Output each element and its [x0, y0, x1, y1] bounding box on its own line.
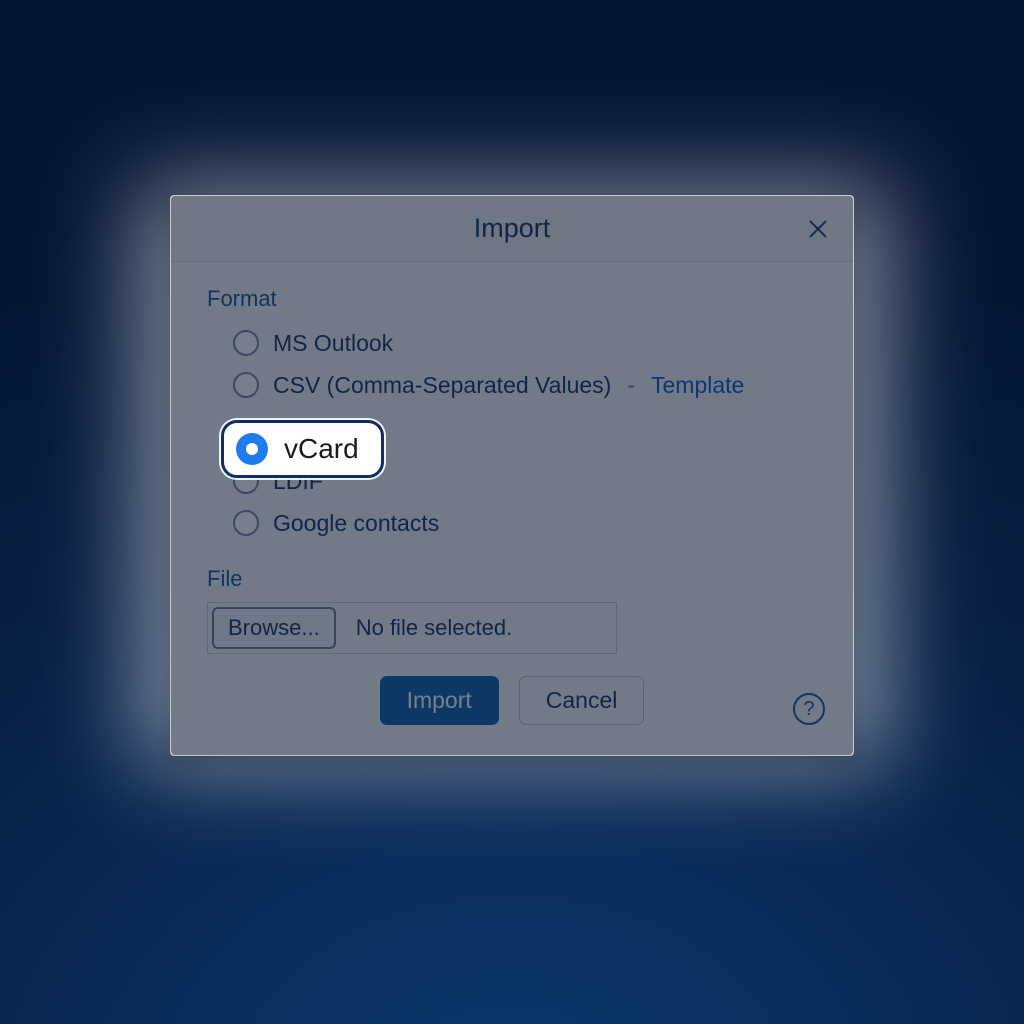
radio-icon	[233, 510, 259, 536]
cancel-button[interactable]: Cancel	[519, 676, 645, 725]
radio-icon	[233, 330, 259, 356]
dialog-body: Format MS Outlook CSV (Comma-Separated V…	[171, 262, 853, 664]
dialog-header: Import	[171, 196, 853, 262]
radio-icon	[233, 372, 259, 398]
close-icon	[806, 217, 830, 241]
format-label: Format	[207, 286, 817, 312]
browse-button[interactable]: Browse...	[212, 607, 336, 649]
radio-icon	[233, 468, 259, 494]
import-button[interactable]: Import	[380, 676, 499, 725]
radio-label: MS Outlook	[273, 330, 393, 357]
radio-label: LDIF	[273, 468, 323, 495]
help-icon: ?	[803, 698, 814, 721]
file-picker: Browse... No file selected.	[207, 602, 617, 654]
radio-option-outlook[interactable]: MS Outlook	[233, 322, 817, 364]
dialog-title: Import	[474, 213, 551, 244]
help-button[interactable]: ?	[793, 693, 825, 725]
csv-template-link[interactable]: Template	[651, 372, 744, 399]
close-button[interactable]	[801, 212, 835, 246]
radio-option-ldif[interactable]: LDIF	[233, 460, 817, 502]
radio-option-google[interactable]: Google contacts	[233, 502, 817, 544]
radio-label: Google contacts	[273, 510, 439, 537]
radio-option-csv[interactable]: CSV (Comma-Separated Values) - Template	[233, 364, 817, 406]
radio-label: CSV (Comma-Separated Values)	[273, 372, 611, 399]
dialog-footer: Import Cancel ?	[171, 664, 853, 755]
import-dialog: Import Format MS Outlook CSV (Comma-Sepa…	[170, 195, 854, 756]
separator: -	[627, 372, 635, 399]
format-radio-group: MS Outlook CSV (Comma-Separated Values) …	[207, 322, 817, 544]
file-status: No file selected.	[356, 615, 513, 641]
file-label: File	[207, 566, 817, 592]
radio-option-vcard-row	[233, 406, 817, 464]
